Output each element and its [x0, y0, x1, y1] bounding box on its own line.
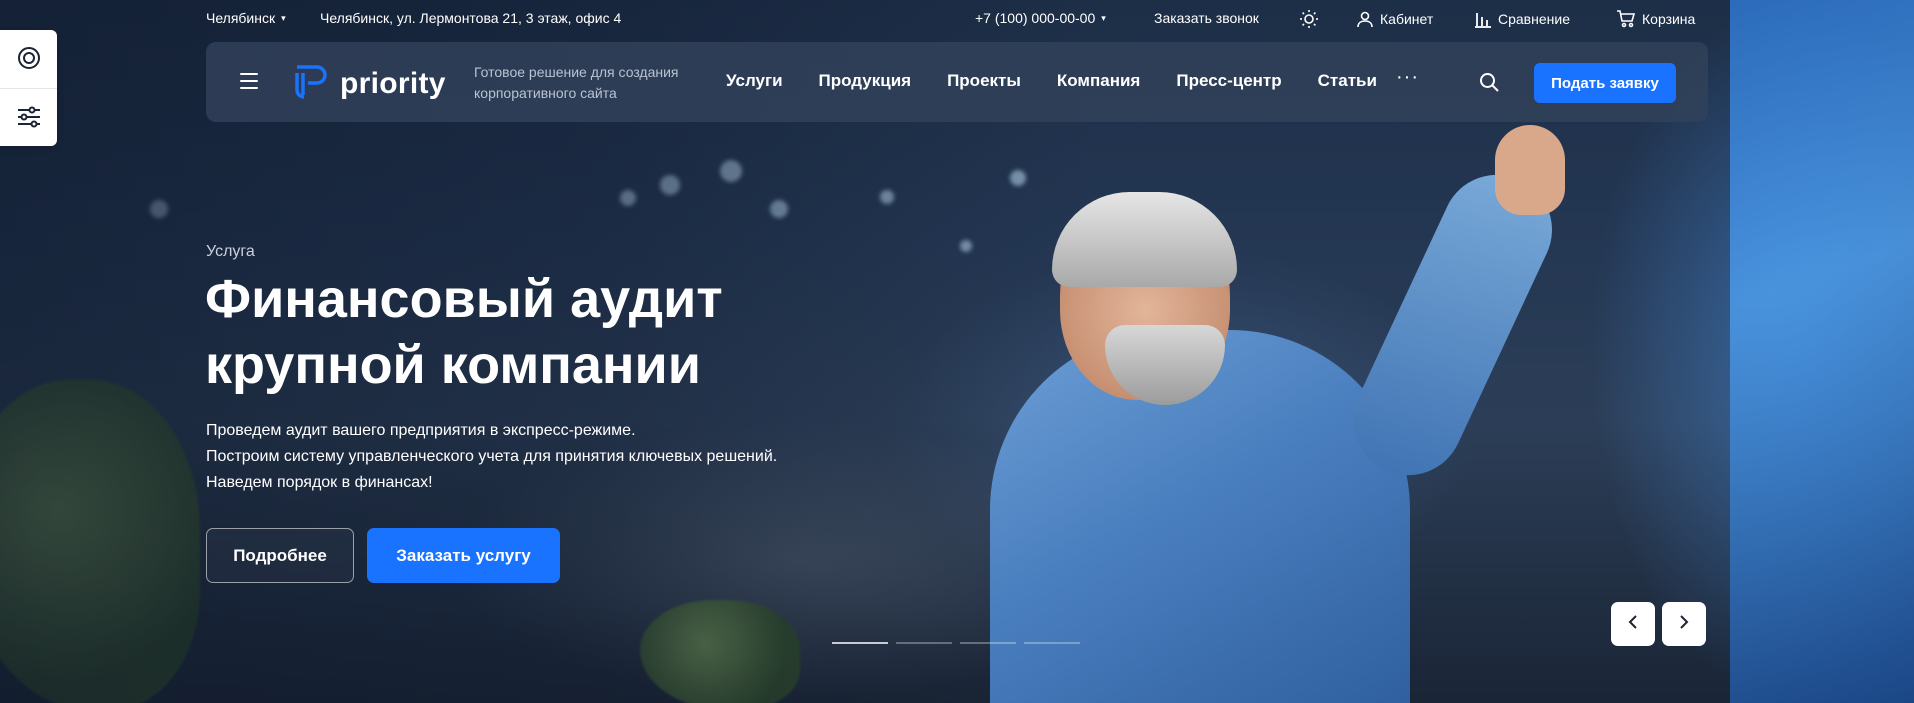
chevron-down-icon: ▾: [1101, 12, 1106, 23]
phone-number: +7 (100) 000-00-00: [975, 10, 1096, 26]
cart-label: Корзина: [1642, 11, 1696, 27]
tagline: Готовое решение для создания корпоративн…: [474, 64, 679, 101]
contrast-icon[interactable]: [15, 44, 43, 72]
slider-pagination: [832, 642, 1080, 644]
hero-title-line: крупной компании: [205, 335, 701, 395]
submit-request-button[interactable]: Подать заявку: [1534, 63, 1676, 103]
hero-description-line: Построим систему управленческого учета д…: [206, 448, 778, 465]
slider-next-button[interactable]: [1662, 602, 1706, 646]
settings-sliders-icon[interactable]: [15, 103, 43, 131]
topbar: Челябинск ▾ Челябинск, ул. Лермонтова 21…: [206, 10, 1708, 32]
burger-menu-icon[interactable]: [240, 73, 258, 89]
hero-description-line: Наведем порядок в финансах!: [206, 474, 433, 491]
hero-description-line: Проведем аудит вашего предприятия в эксп…: [206, 422, 636, 439]
background-screen: [1730, 0, 1914, 703]
logo[interactable]: priority: [292, 62, 446, 105]
city-select[interactable]: Челябинск ▾: [206, 10, 286, 26]
search-icon[interactable]: [1478, 71, 1500, 98]
nav-item-press[interactable]: Пресс-центр: [1176, 71, 1281, 91]
chevron-left-icon: [1626, 614, 1640, 635]
main-header: priority Готовое решение для создания ко…: [206, 42, 1708, 122]
chevron-right-icon: [1677, 614, 1691, 635]
slider-dot[interactable]: [1024, 642, 1080, 644]
cabinet-link[interactable]: Кабинет: [1356, 10, 1433, 28]
nav-item-articles[interactable]: Статьи: [1318, 71, 1377, 91]
sun-icon[interactable]: [1299, 9, 1319, 29]
more-button[interactable]: Подробнее: [206, 528, 354, 583]
hero-description: Проведем аудит вашего предприятия в эксп…: [206, 418, 906, 496]
address: Челябинск, ул. Лермонтова 21, 3 этаж, оф…: [320, 10, 622, 26]
more-menu-icon[interactable]: ···: [1396, 66, 1419, 89]
cart-link[interactable]: Корзина: [1616, 10, 1695, 28]
cart-icon: [1616, 10, 1636, 28]
hero-title-line: Финансовый аудит: [205, 269, 723, 329]
compare-label: Сравнение: [1498, 11, 1570, 27]
hero-eyebrow: Услуга: [206, 243, 255, 260]
slider-dot[interactable]: [832, 642, 888, 644]
logo-icon: [292, 62, 330, 105]
nav-item-projects[interactable]: Проекты: [947, 71, 1021, 91]
nav-item-company[interactable]: Компания: [1057, 71, 1140, 91]
side-widget: [0, 30, 57, 146]
nav-item-products[interactable]: Продукция: [819, 71, 912, 91]
slider-dot[interactable]: [896, 642, 952, 644]
person-hand: [1495, 125, 1565, 215]
chart-bars-icon: [1474, 10, 1492, 28]
slider-dot[interactable]: [960, 642, 1016, 644]
cabinet-label: Кабинет: [1380, 11, 1434, 27]
hero-title: Финансовый аудит крупной компании: [205, 266, 925, 398]
user-icon: [1356, 10, 1374, 28]
logo-text: priority: [340, 66, 446, 100]
divider: [0, 88, 57, 89]
order-service-button[interactable]: Заказать услугу: [367, 528, 560, 583]
nav-item-services[interactable]: Услуги: [726, 71, 783, 91]
slider-prev-button[interactable]: [1611, 602, 1655, 646]
compare-link[interactable]: Сравнение: [1474, 10, 1570, 28]
city-label: Челябинск: [206, 10, 276, 26]
callback-link[interactable]: Заказать звонок: [1154, 10, 1259, 26]
phone-link[interactable]: +7 (100) 000-00-00 ▾: [975, 10, 1106, 26]
main-nav: Услуги Продукция Проекты Компания Пресс-…: [726, 71, 1413, 91]
chevron-down-icon: ▾: [281, 12, 286, 23]
